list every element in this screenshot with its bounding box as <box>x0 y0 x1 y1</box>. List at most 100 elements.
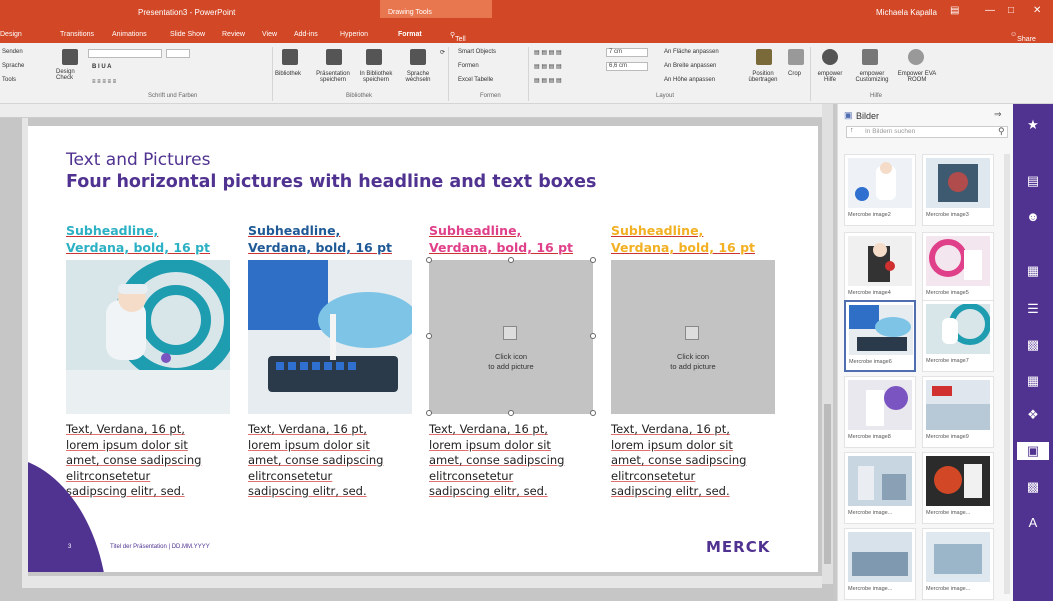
tab-add-ins[interactable]: Add-ins <box>294 31 318 38</box>
footer-text[interactable]: Titel der Präsentation | DD.MM.YYYY <box>110 544 210 550</box>
slide-title[interactable]: Text and Pictures <box>66 150 211 170</box>
tab-animations[interactable]: Animations <box>112 31 147 38</box>
picture-placeholder-4[interactable]: Click icon to add picture <box>611 260 775 414</box>
image-thumb[interactable]: Mercrobe image3 <box>922 154 994 226</box>
maximize-icon[interactable]: □ <box>1008 5 1014 16</box>
slide-canvas[interactable]: Text and Pictures Four horizontal pictur… <box>28 126 818 572</box>
empower-hilfe-button[interactable]: empower Hilfe <box>815 71 845 83</box>
panel-expand-icon[interactable]: ⇒ <box>994 109 1002 120</box>
restore-ribbon-icon[interactable]: ▤ <box>950 5 959 16</box>
image-thumb[interactable]: Mercrobe image9 <box>922 376 994 448</box>
table-icon[interactable]: ▦ <box>1023 372 1043 390</box>
subheadline-4[interactable]: Subheadline, Verdana, bold, 16 pt <box>611 222 781 256</box>
tell-me-box[interactable]: ⚲ Tell me what you want to do <box>450 31 470 85</box>
crop-button[interactable]: Crop <box>788 71 801 77</box>
formen-button[interactable]: Formen <box>458 63 479 69</box>
crop-icon[interactable] <box>788 49 804 65</box>
font-size-field[interactable] <box>166 49 190 58</box>
slides-icon[interactable]: ▩ <box>1023 478 1043 496</box>
tab-review[interactable]: Review <box>222 31 245 38</box>
sprache-wechseln-button[interactable]: Sprache wechseln <box>398 71 438 83</box>
save-library-icon[interactable] <box>366 49 382 65</box>
smart-objects-button[interactable]: Smart Objects <box>458 49 496 55</box>
close-icon[interactable]: ✕ <box>1033 5 1041 16</box>
layout-icon[interactable]: ▦ <box>1023 262 1043 280</box>
text-icon[interactable]: ☰ <box>1023 300 1043 318</box>
globe-icon[interactable] <box>908 49 924 65</box>
sprache-button[interactable]: Sprache <box>2 63 24 69</box>
empower-customizing-button[interactable]: empower Customizing <box>847 71 897 83</box>
customizing-icon[interactable] <box>862 49 878 65</box>
scroll-thumb[interactable] <box>824 404 831 564</box>
image-thumb[interactable]: Mercrobe image8 <box>844 376 916 448</box>
arrange-tools-icon[interactable]: ▤ ▤ ▤ ▤ <box>534 77 562 84</box>
selection-handle[interactable] <box>426 333 432 339</box>
tab-view[interactable]: View <box>262 31 277 38</box>
fit-width-button[interactable]: An Breite anpassen <box>664 63 716 69</box>
bibliothek-icon[interactable] <box>282 49 298 65</box>
selection-handle[interactable] <box>426 410 432 416</box>
body-text-2[interactable]: Text, Verdana, 16 pt, lorem ipsum dolor … <box>248 422 423 500</box>
lab-photo-2[interactable] <box>248 260 412 414</box>
excel-tabelle-button[interactable]: Excel Tabelle <box>458 77 493 83</box>
image-thumb[interactable]: Mercrobe image2 <box>844 154 916 226</box>
align-tools-icon[interactable]: ▤ ▤ ▤ ▤ <box>534 49 562 56</box>
bibliothek-button[interactable]: Bibliothek <box>275 71 301 77</box>
selection-handle[interactable] <box>590 333 596 339</box>
sprache-wechseln-icon[interactable] <box>410 49 426 65</box>
selection-handle[interactable] <box>426 257 432 263</box>
selection-handle[interactable] <box>590 257 596 263</box>
add-picture-icon[interactable] <box>503 326 517 340</box>
position-transfer-icon[interactable] <box>756 49 772 65</box>
lab-photo-1[interactable] <box>66 260 230 414</box>
search-icon[interactable]: ⚲ <box>998 126 1005 137</box>
picture-placeholder-3[interactable]: Click icon to add picture <box>429 260 593 414</box>
save-presentation-icon[interactable] <box>326 49 342 65</box>
distribute-tools-icon[interactable]: ▤ ▤ ▤ ▤ <box>534 63 562 70</box>
panel-search-input[interactable]: In Bildern suchen <box>846 126 1008 138</box>
tab-format[interactable]: Format <box>398 31 422 38</box>
font-name-field[interactable] <box>88 49 162 58</box>
subheadline-1[interactable]: Subheadline, Verdana, bold, 16 pt <box>66 222 236 256</box>
chart-icon[interactable]: ▩ <box>1023 336 1043 354</box>
design-check-icon[interactable] <box>62 49 78 65</box>
sync-icon[interactable]: ⟳ <box>440 49 445 56</box>
add-picture-icon[interactable] <box>685 326 699 340</box>
panel-scrollbar[interactable] <box>1004 154 1010 594</box>
image-thumb[interactable]: Mercrobe image... <box>844 452 916 524</box>
position-transfer-button[interactable]: Position übertragen <box>743 71 783 83</box>
image-thumb[interactable]: Mercrobe image7 <box>922 300 994 372</box>
fit-area-button[interactable]: An Fläche anpassen <box>664 49 719 55</box>
image-thumb[interactable]: Mercrobe image... <box>922 528 994 600</box>
praesentation-speichern-button[interactable]: Präsentation speichern <box>312 71 354 83</box>
slide-subtitle[interactable]: Four horizontal pictures with headline a… <box>66 172 596 192</box>
tab-slide-show[interactable]: Slide Show <box>170 31 205 38</box>
people-icon[interactable]: ☻ <box>1023 208 1043 226</box>
picture-icon[interactable]: ▣ <box>1017 442 1049 460</box>
width-field[interactable]: 7 cm <box>606 48 648 57</box>
image-thumb-selected[interactable]: Mercrobe image6 <box>844 300 916 372</box>
library-icon[interactable]: ▤ <box>1023 172 1043 190</box>
selection-handle[interactable] <box>590 410 596 416</box>
minimize-icon[interactable]: — <box>985 5 995 16</box>
selection-handle[interactable] <box>508 410 514 416</box>
tab-hyperion[interactable]: Hyperion <box>340 31 368 38</box>
fit-height-button[interactable]: An Höhe anpassen <box>664 77 715 83</box>
height-field[interactable]: 6,6 cm <box>606 62 648 71</box>
body-text-1[interactable]: Text, Verdana, 16 pt, lorem ipsum dolor … <box>66 422 241 500</box>
align-icons[interactable]: ≡ ≡ ≡ ≡ ≡ <box>92 79 116 85</box>
body-text-3[interactable]: Text, Verdana, 16 pt, lorem ipsum dolor … <box>429 422 604 500</box>
image-thumb[interactable]: Mercrobe image4 <box>844 232 916 304</box>
tools-button[interactable]: Tools <box>2 77 16 83</box>
tab-transitions[interactable]: Transitions <box>60 31 94 38</box>
design-check-button[interactable]: Design Check <box>56 69 86 81</box>
bold-icon[interactable]: B I U A <box>92 64 111 70</box>
subheadline-3[interactable]: Subheadline, Verdana, bold, 16 pt <box>429 222 599 256</box>
user-name[interactable]: Michaela Kapalla <box>876 8 937 17</box>
in-bibliothek-speichern-button[interactable]: In Bibliothek speichern <box>355 71 397 83</box>
image-thumb[interactable]: Mercrobe image... <box>844 528 916 600</box>
senden-button[interactable]: Senden <box>2 49 23 55</box>
puzzle-icon[interactable]: ❖ <box>1023 406 1043 424</box>
empower-eva-room-button[interactable]: Empower EVA ROOM <box>894 71 940 83</box>
selection-handle[interactable] <box>508 257 514 263</box>
